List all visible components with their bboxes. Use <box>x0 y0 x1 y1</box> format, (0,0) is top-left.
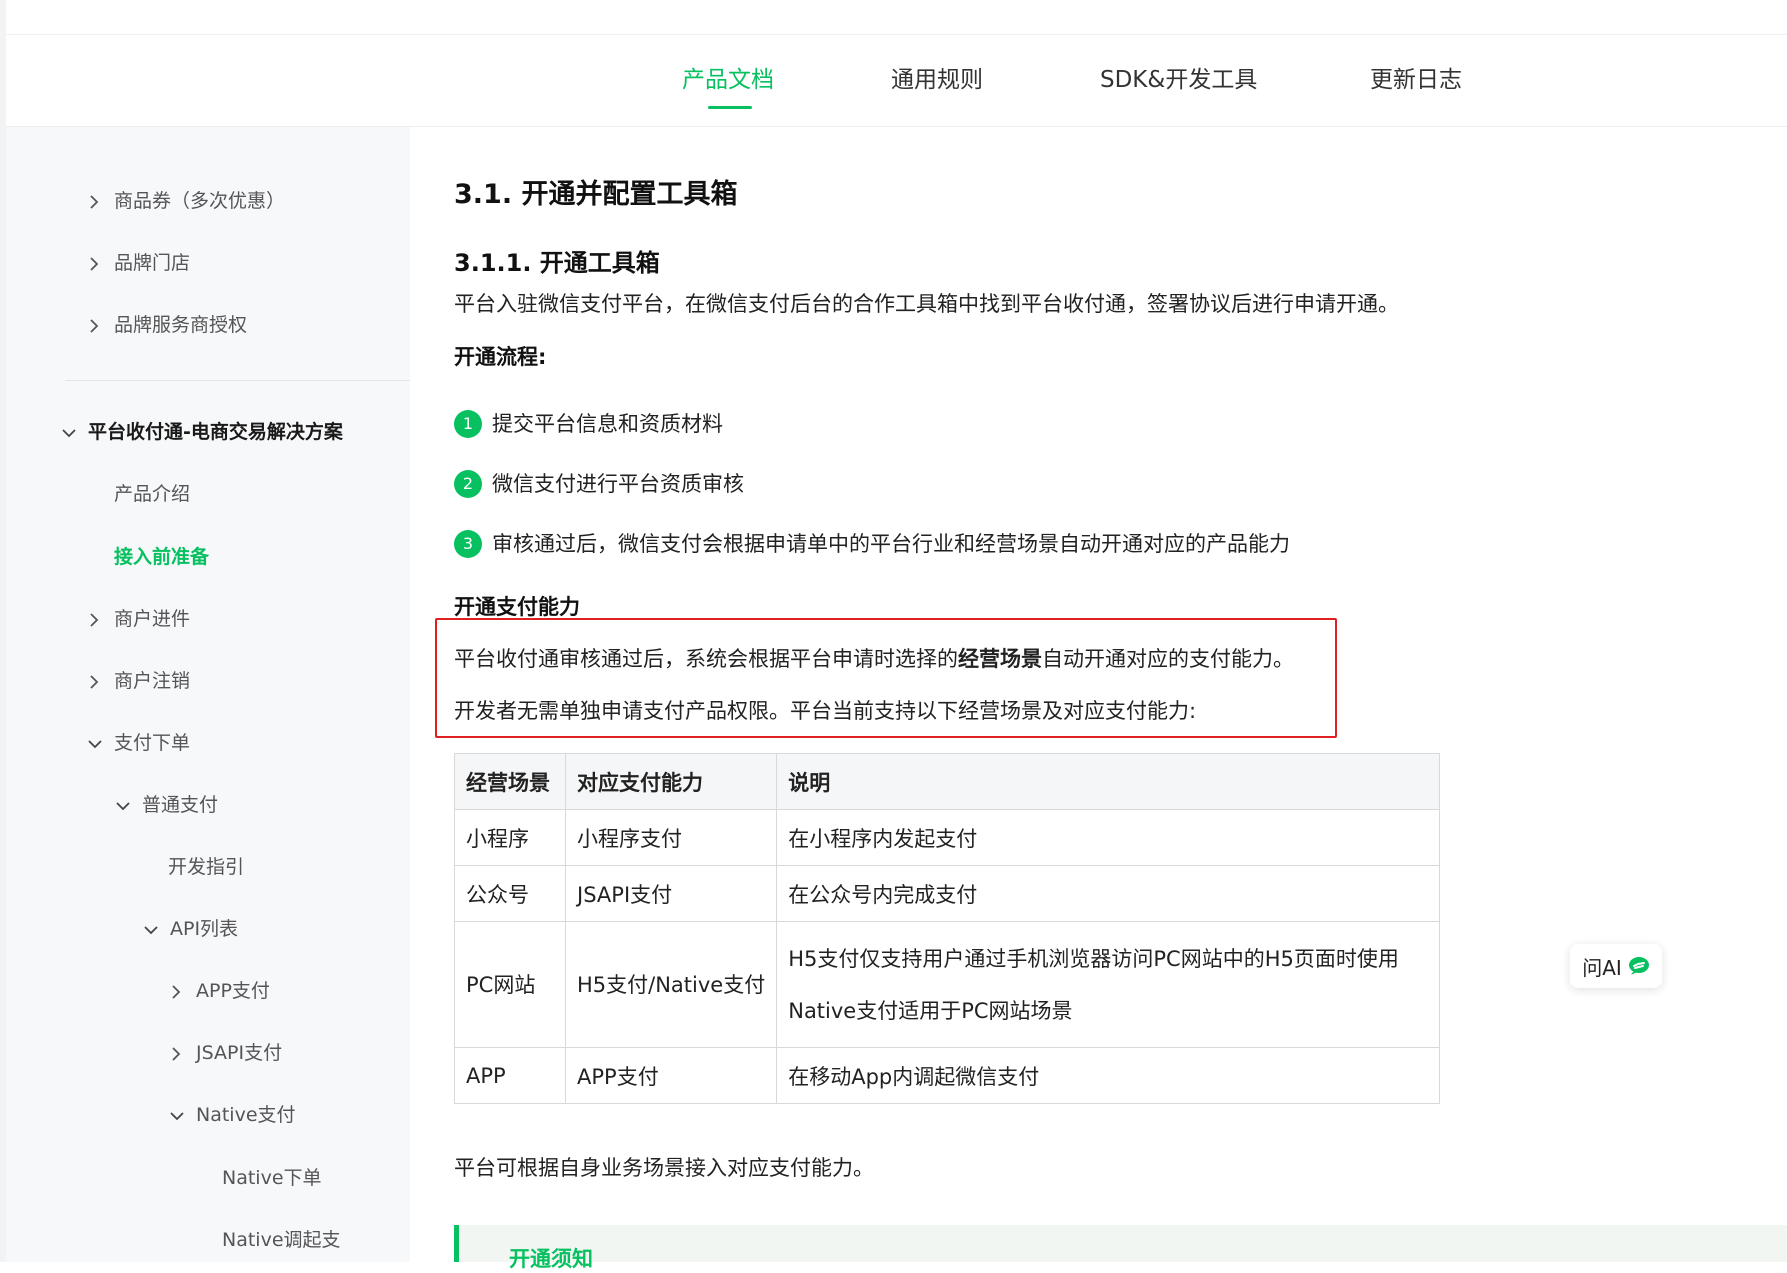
notice-title: 开通须知 <box>509 1247 593 1271</box>
sidebar-item-label: APP支付 <box>196 980 270 1002</box>
chevron-right-icon <box>88 186 110 218</box>
flow-title: 开通流程: <box>454 345 547 369</box>
sidebar-item-coupons[interactable]: 商品券（多次优惠） <box>88 185 285 217</box>
flow-step: 1 提交平台信息和资质材料 <box>454 408 723 438</box>
table-row: APP APP支付 在移动App内调起微信支付 <box>454 1047 1441 1104</box>
sidebar-item-payment-order[interactable]: 支付下单 <box>88 727 190 759</box>
sidebar-item-label: 普通支付 <box>142 794 219 816</box>
table-header: 经营场景 <box>454 753 566 810</box>
sidebar-item-dev-guide[interactable]: 开发指引 <box>168 851 244 883</box>
step-number-badge: 3 <box>454 530 482 558</box>
table-header: 说明 <box>776 753 1441 810</box>
table-header-row: 经营场景 对应支付能力 说明 <box>454 753 1441 810</box>
sidebar-item-api-list[interactable]: API列表 <box>144 913 238 945</box>
sidebar: 商品券（多次优惠） 品牌门店 品牌服务商授权 平台收付通-电商交易解决方案 产品… <box>6 127 410 1262</box>
sidebar-item-jsapi-pay[interactable]: JSAPI支付 <box>170 1037 282 1069</box>
step-text: 微信支付进行平台资质审核 <box>492 472 744 496</box>
chevron-right-icon <box>170 976 192 1008</box>
flow-step: 3 审核通过后，微信支付会根据申请单中的平台行业和经营场景自动开通对应的产品能力 <box>454 528 1290 558</box>
flow-step: 2 微信支付进行平台资质审核 <box>454 468 744 498</box>
chevron-right-icon <box>88 666 110 698</box>
sidebar-item-label: 商品券（多次优惠） <box>114 190 286 212</box>
table-header: 对应支付能力 <box>564 753 778 810</box>
chevron-down-icon <box>62 417 84 449</box>
chevron-right-icon <box>88 604 110 636</box>
sidebar-item-native-invoke[interactable]: Native调起支 <box>222 1224 341 1256</box>
tab-product-docs[interactable]: 产品文档 <box>682 60 774 100</box>
table-cell: 公众号 <box>454 865 566 922</box>
table-row: 公众号 JSAPI支付 在公众号内完成支付 <box>454 865 1441 922</box>
table-cell-multiline: H5支付仅支持用户通过手机浏览器访问PC网站中的H5页面时使用 Native支付… <box>776 921 1441 1048</box>
outro-paragraph: 平台可根据自身业务场景接入对应支付能力。 <box>454 1156 874 1180</box>
ask-ai-button[interactable]: 问AI <box>1570 944 1662 988</box>
sidebar-item-normal-payment[interactable]: 普通支付 <box>116 789 218 821</box>
table-cell: APP <box>454 1047 566 1104</box>
sidebar-group-platform-payment[interactable]: 平台收付通-电商交易解决方案 <box>62 416 343 448</box>
sidebar-item-merchant-onboarding[interactable]: 商户进件 <box>88 603 190 635</box>
intro-paragraph: 平台入驻微信支付平台，在微信支付后台的合作工具箱中找到平台收付通，签署协议后进行… <box>454 292 1399 316</box>
table-cell: 在小程序内发起支付 <box>776 809 1441 866</box>
table-row: 小程序 小程序支付 在小程序内发起支付 <box>454 809 1441 866</box>
chevron-right-icon <box>170 1038 192 1070</box>
table-cell: 在公众号内完成支付 <box>776 865 1441 922</box>
highlight-box <box>435 618 1337 738</box>
chevron-down-icon <box>116 790 138 822</box>
step-text: 提交平台信息和资质材料 <box>492 412 723 436</box>
sidebar-item-label: 品牌门店 <box>114 252 191 274</box>
sidebar-item-label: API列表 <box>170 918 239 940</box>
chevron-down-icon <box>170 1100 192 1132</box>
sidebar-divider <box>65 380 410 381</box>
step-number-badge: 1 <box>454 410 482 438</box>
table-cell: PC网站 <box>454 921 566 1048</box>
chevron-down-icon <box>88 728 110 760</box>
table-cell-line: H5支付仅支持用户通过手机浏览器访问PC网站中的H5页面时使用 <box>788 946 1399 971</box>
sidebar-item-merchant-cancel[interactable]: 商户注销 <box>88 665 190 697</box>
table-cell: JSAPI支付 <box>564 865 778 922</box>
table-cell: APP支付 <box>564 1047 778 1104</box>
ai-chat-icon <box>1628 956 1650 976</box>
table-row: PC网站 H5支付/Native支付 H5支付仅支持用户通过手机浏览器访问PC网… <box>454 921 1441 1048</box>
tab-general-rules[interactable]: 通用规则 <box>891 60 983 100</box>
sidebar-item-brand-auth[interactable]: 品牌服务商授权 <box>88 309 247 341</box>
table-cell: 小程序 <box>454 809 566 866</box>
top-navigation: 产品文档 通用规则 SDK&开发工具 更新日志 <box>6 0 1787 127</box>
sidebar-item-product-intro[interactable]: 产品介绍 <box>114 478 190 510</box>
sidebar-item-brand-stores[interactable]: 品牌门店 <box>88 247 190 279</box>
sidebar-item-label: 商户进件 <box>114 608 191 630</box>
table-cell: H5支付/Native支付 <box>564 921 778 1048</box>
active-tab-indicator <box>708 106 752 109</box>
sidebar-item-label: 支付下单 <box>114 732 191 754</box>
sidebar-item-native-pay[interactable]: Native支付 <box>170 1099 296 1131</box>
sidebar-item-label: 平台收付通-电商交易解决方案 <box>88 421 343 443</box>
notice-callout: 开通须知 <box>454 1225 1787 1271</box>
step-number-badge: 2 <box>454 470 482 498</box>
table-cell: 小程序支付 <box>564 809 778 866</box>
sidebar-item-label: 品牌服务商授权 <box>114 314 248 336</box>
tab-changelog[interactable]: 更新日志 <box>1370 60 1462 100</box>
chevron-right-icon <box>88 248 110 280</box>
ability-title: 开通支付能力 <box>454 595 580 619</box>
chevron-right-icon <box>88 310 110 342</box>
step-text: 审核通过后，微信支付会根据申请单中的平台行业和经营场景自动开通对应的产品能力 <box>492 532 1290 556</box>
sidebar-item-label: 商户注销 <box>114 670 191 692</box>
sidebar-item-app-pay[interactable]: APP支付 <box>170 975 270 1007</box>
table-cell-line: Native支付适用于PC网站场景 <box>788 998 1073 1023</box>
sidebar-item-native-order[interactable]: Native下单 <box>222 1162 322 1194</box>
sidebar-item-label: JSAPI支付 <box>196 1042 283 1064</box>
sidebar-item-prep[interactable]: 接入前准备 <box>114 541 209 573</box>
subsection-title: 3.1.1. 开通工具箱 <box>454 249 660 277</box>
table-cell: 在移动App内调起微信支付 <box>776 1047 1441 1104</box>
tab-sdk-tools[interactable]: SDK&开发工具 <box>1100 60 1257 100</box>
scenario-table: 经营场景 对应支付能力 说明 小程序 小程序支付 在小程序内发起支付 公众号 J… <box>454 753 1441 1104</box>
sidebar-item-label: Native支付 <box>196 1104 296 1126</box>
chevron-down-icon <box>144 914 166 946</box>
section-title: 3.1. 开通并配置工具箱 <box>454 179 738 210</box>
ask-ai-label: 问AI <box>1582 955 1622 980</box>
